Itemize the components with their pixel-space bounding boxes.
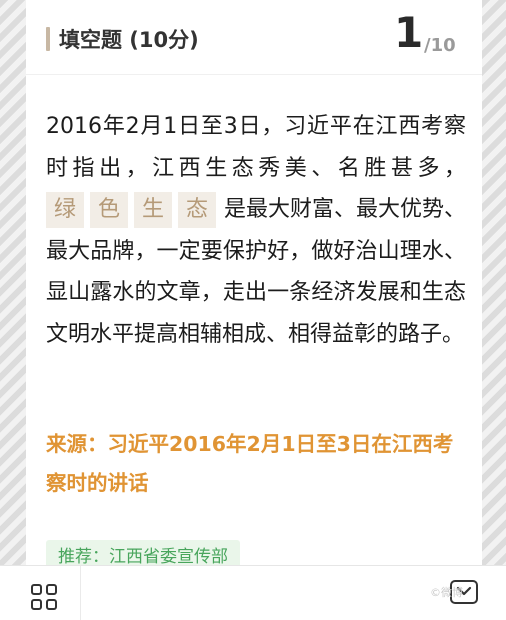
background-stripes-left: [0, 0, 26, 619]
question-text-before: 2016年2月1日至3日，习近平在江西考察时指出，江西生态秀美、名胜甚多，: [46, 114, 466, 181]
grid-cell-icon: [46, 599, 57, 610]
question-card: 填空题 (10分) 1 /10 2016年2月1日至3日，习近平在江西考察时指出…: [26, 0, 482, 619]
grid-cell-icon: [31, 599, 42, 610]
question-type-title: 填空题 (10分): [59, 28, 199, 52]
answer-blank-4[interactable]: 态: [178, 192, 216, 228]
title-accent-bar: [46, 27, 50, 51]
question-text: 2016年2月1日至3日，习近平在江西考察时指出，江西生态秀美、名胜甚多， 绿色生…: [46, 106, 466, 355]
toolbar-divider: [80, 566, 81, 620]
background-stripes-right: [482, 0, 506, 619]
weibo-watermark: ©微博: [430, 586, 463, 599]
answer-blank-2[interactable]: 色: [90, 192, 128, 228]
question-total: /10: [424, 35, 456, 56]
question-number: 1: [394, 8, 424, 57]
source-citation: 来源：习近平2016年2月1日至3日在江西考察时的讲话: [46, 432, 454, 495]
answer-blank-1[interactable]: 绿: [46, 192, 84, 228]
answer-blank-3[interactable]: 生: [134, 192, 172, 228]
question-header: 填空题 (10分) 1 /10: [26, 0, 482, 75]
grid-cell-icon: [46, 584, 57, 595]
answer-sheet-grid-icon[interactable]: [31, 584, 57, 610]
grid-cell-icon: [31, 584, 42, 595]
answer-blanks: 绿色生态: [46, 189, 224, 231]
